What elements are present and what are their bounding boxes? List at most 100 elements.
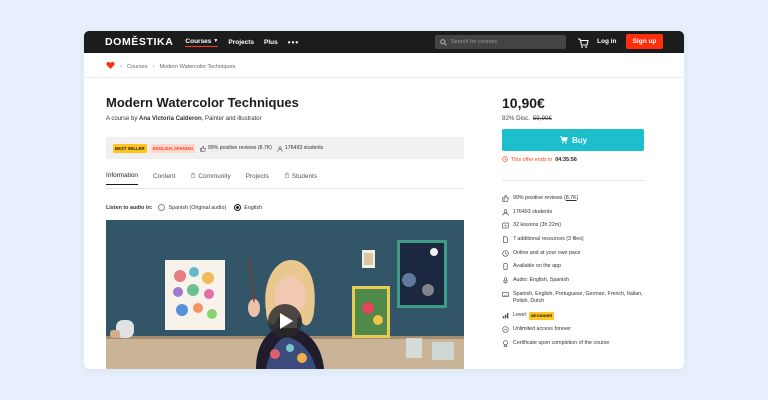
- clock-icon: [502, 156, 508, 164]
- feature-access-text: Unlimited access forever: [513, 325, 571, 332]
- user-icon: [502, 209, 509, 216]
- nav-courses[interactable]: Courses ▼: [185, 37, 219, 47]
- course-title: Modern Watercolor Techniques: [106, 95, 299, 110]
- byline-prefix: A course by: [106, 116, 138, 122]
- feature-level-label: Level:: [513, 312, 528, 319]
- feature-subtitles-text: Spanish, English, Portuguese, German, Fr…: [513, 290, 643, 305]
- tab-content[interactable]: Content: [153, 172, 175, 185]
- feature-lessons-text: 32 lessons (3h 22m): [513, 222, 561, 229]
- breadcrumb: › Courses › Modern Watercolor Techniques: [106, 61, 235, 71]
- reviews-suffix: ): [576, 195, 579, 201]
- course-video-player[interactable]: [106, 220, 464, 369]
- audio-label: Listen to audio in:: [106, 204, 153, 211]
- feature-students-text: 176493 students: [513, 208, 553, 215]
- login-link[interactable]: Log in: [597, 38, 617, 45]
- search-icon: [440, 33, 447, 51]
- nav-plus[interactable]: Plus: [264, 39, 278, 46]
- certificate-icon: [502, 339, 509, 347]
- feature-certificate-text: Certificate upon completion of the cours…: [513, 339, 610, 346]
- discount-percent: 82% Disc.: [502, 115, 530, 122]
- chevron-right-icon: ›: [152, 63, 155, 70]
- radio-english-label[interactable]: English: [244, 205, 262, 211]
- clock-icon: [502, 250, 509, 257]
- course-byline: A course by Ana Victoria Calderon, Paint…: [106, 116, 262, 122]
- course-stats-bar: BEST SELLER ENGLISH, SPANISH 99% positiv…: [106, 137, 464, 159]
- lock-icon: [190, 172, 196, 180]
- students-stat: 176493 students: [277, 139, 323, 157]
- feature-online: Online and at your own pace: [502, 250, 652, 258]
- thumbs-up-icon: [200, 139, 206, 157]
- feature-students: 176493 students: [502, 209, 652, 217]
- author-role: , Painter and illustrator: [201, 116, 262, 122]
- thumbs-up-icon: [502, 195, 509, 202]
- feature-reviews: 99% positive reviews (8.7K): [502, 195, 652, 203]
- divider: [84, 77, 684, 78]
- buy-label: Buy: [571, 135, 588, 145]
- feature-lessons: 32 lessons (3h 22m): [502, 222, 652, 230]
- radio-english[interactable]: [234, 204, 242, 211]
- domestika-heart-icon[interactable]: [106, 61, 115, 71]
- lock-icon: [284, 172, 290, 180]
- reviews-stat: 99% positive reviews (8.7K): [200, 139, 272, 157]
- offer-time: 04:35:56: [555, 157, 577, 163]
- feature-app: Available on the app: [502, 263, 652, 271]
- nav-projects[interactable]: Projects: [228, 39, 254, 46]
- bestseller-badge: BEST SELLER: [113, 143, 147, 153]
- course-tabs: Information Content Community Projects S…: [106, 172, 332, 185]
- feature-access: Unlimited access forever: [502, 326, 652, 334]
- tab-information[interactable]: Information: [106, 172, 138, 185]
- nav-courses-label: Courses: [185, 37, 212, 45]
- discount-info: 82% Disc. 59,90€: [502, 115, 552, 122]
- chevron-down-icon: ▼: [213, 38, 219, 44]
- user-icon: [277, 139, 283, 157]
- feature-level: Level: BEGINNER: [502, 312, 652, 320]
- radio-spanish[interactable]: [158, 204, 166, 211]
- top-navbar: DOMĚSTIKA Courses ▼ Projects Plus ••• Lo…: [84, 31, 684, 53]
- divider: [502, 180, 644, 181]
- audio-language-selector: Listen to audio in: Spanish (Original au…: [106, 204, 262, 211]
- level-bars-icon: [502, 312, 509, 319]
- offer-text: This offer ends in: [511, 157, 553, 163]
- microphone-icon: [502, 277, 509, 284]
- tab-students-label: Students: [291, 172, 318, 180]
- offer-timer: This offer ends in 04:35:56: [502, 156, 577, 164]
- subtitles-icon: [502, 291, 509, 298]
- reviews-text: 99% positive reviews (8.7K): [207, 145, 272, 151]
- feature-online-text: Online and at your own pace: [513, 249, 581, 256]
- author-link[interactable]: Ana Victoria Calderon: [139, 116, 202, 122]
- feature-app-text: Available on the app: [513, 263, 561, 270]
- chevron-right-icon: ›: [120, 63, 122, 70]
- radio-spanish-label[interactable]: Spanish (Original audio): [168, 205, 226, 211]
- tabs-divider: [106, 188, 464, 189]
- search-input[interactable]: [451, 39, 561, 45]
- mobile-icon: [502, 263, 509, 271]
- feature-resources-text: 7 additional resources (3 files): [513, 236, 584, 243]
- feature-reviews-text: 99% positive reviews (8.7K): [513, 195, 578, 203]
- course-features-list: 99% positive reviews (8.7K) 176493 stude…: [502, 195, 652, 353]
- course-price: 10,90€: [502, 95, 545, 111]
- cart-icon[interactable]: [577, 36, 589, 48]
- breadcrumb-courses[interactable]: Courses: [127, 64, 147, 70]
- more-menu-button[interactable]: •••: [288, 38, 299, 47]
- feature-subtitles: Spanish, English, Portuguese, German, Fr…: [502, 291, 652, 306]
- students-text: 176493 students: [284, 145, 324, 151]
- tab-students[interactable]: Students: [284, 172, 317, 185]
- reviews-link[interactable]: 8.7K: [566, 195, 577, 201]
- tab-community-label: Community: [198, 172, 231, 180]
- signup-button[interactable]: Sign up: [626, 34, 663, 49]
- cart-icon: [559, 135, 568, 146]
- domestika-logo[interactable]: DOMĚSTIKA: [105, 36, 173, 48]
- feature-audio: Audio: English, Spanish: [502, 277, 652, 285]
- reviews-prefix: 99% positive reviews (: [513, 195, 566, 201]
- tab-community[interactable]: Community: [190, 172, 231, 185]
- level-badge: BEGINNER: [529, 312, 555, 320]
- feature-resources: 7 additional resources (3 files): [502, 236, 652, 244]
- tab-projects[interactable]: Projects: [246, 172, 269, 185]
- language-badge: ENGLISH, SPANISH: [150, 143, 195, 153]
- buy-button[interactable]: Buy: [502, 129, 644, 151]
- file-icon: [502, 236, 509, 243]
- search-box[interactable]: [435, 35, 566, 49]
- video-thumbnail: [106, 220, 464, 369]
- feature-audio-text: Audio: English, Spanish: [513, 277, 569, 284]
- infinity-icon: [502, 326, 509, 333]
